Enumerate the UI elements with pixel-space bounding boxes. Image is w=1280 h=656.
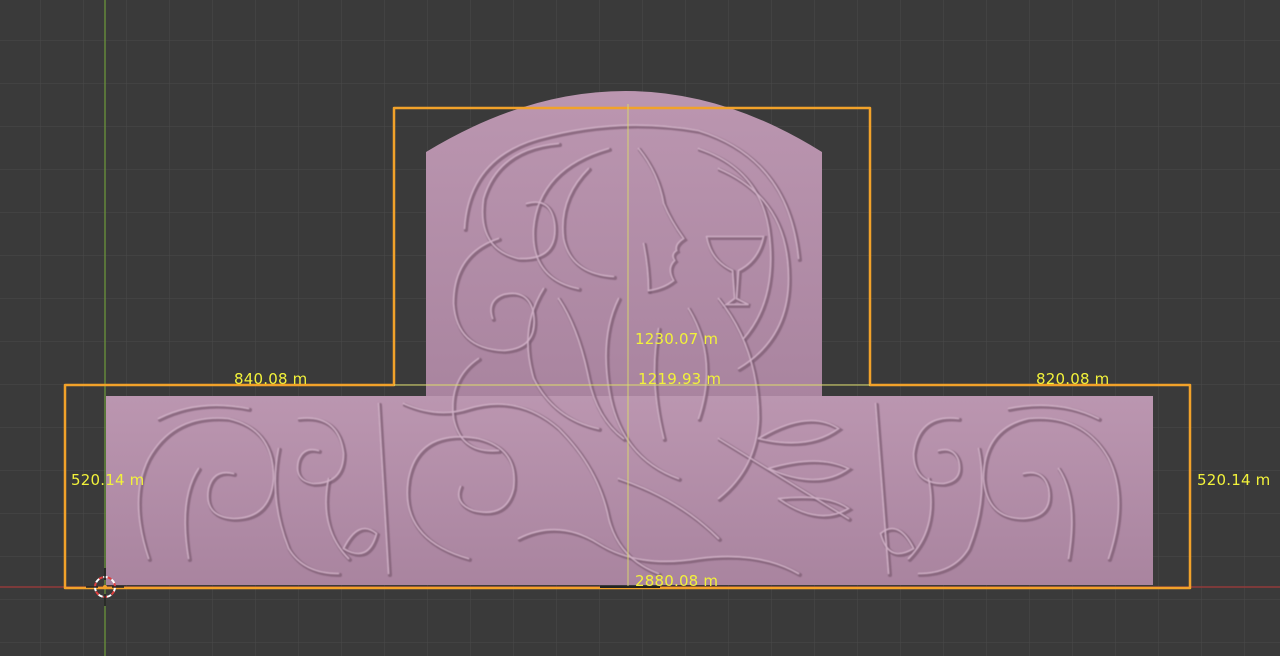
total-width-label: 2880.08 m <box>635 572 719 590</box>
3d-viewport[interactable]: 1230.07 m 1219.93 m 840.08 m 820.08 m 52… <box>0 0 1280 656</box>
left-height-label: 520.14 m <box>71 471 145 489</box>
top-width-label: 1219.93 m <box>638 370 722 388</box>
right-width-label: 820.08 m <box>1036 370 1110 388</box>
viewport-scene[interactable] <box>0 0 1280 656</box>
top-height-label: 1230.07 m <box>635 330 719 348</box>
right-height-label: 520.14 m <box>1197 471 1271 489</box>
left-width-label: 840.08 m <box>234 370 308 388</box>
